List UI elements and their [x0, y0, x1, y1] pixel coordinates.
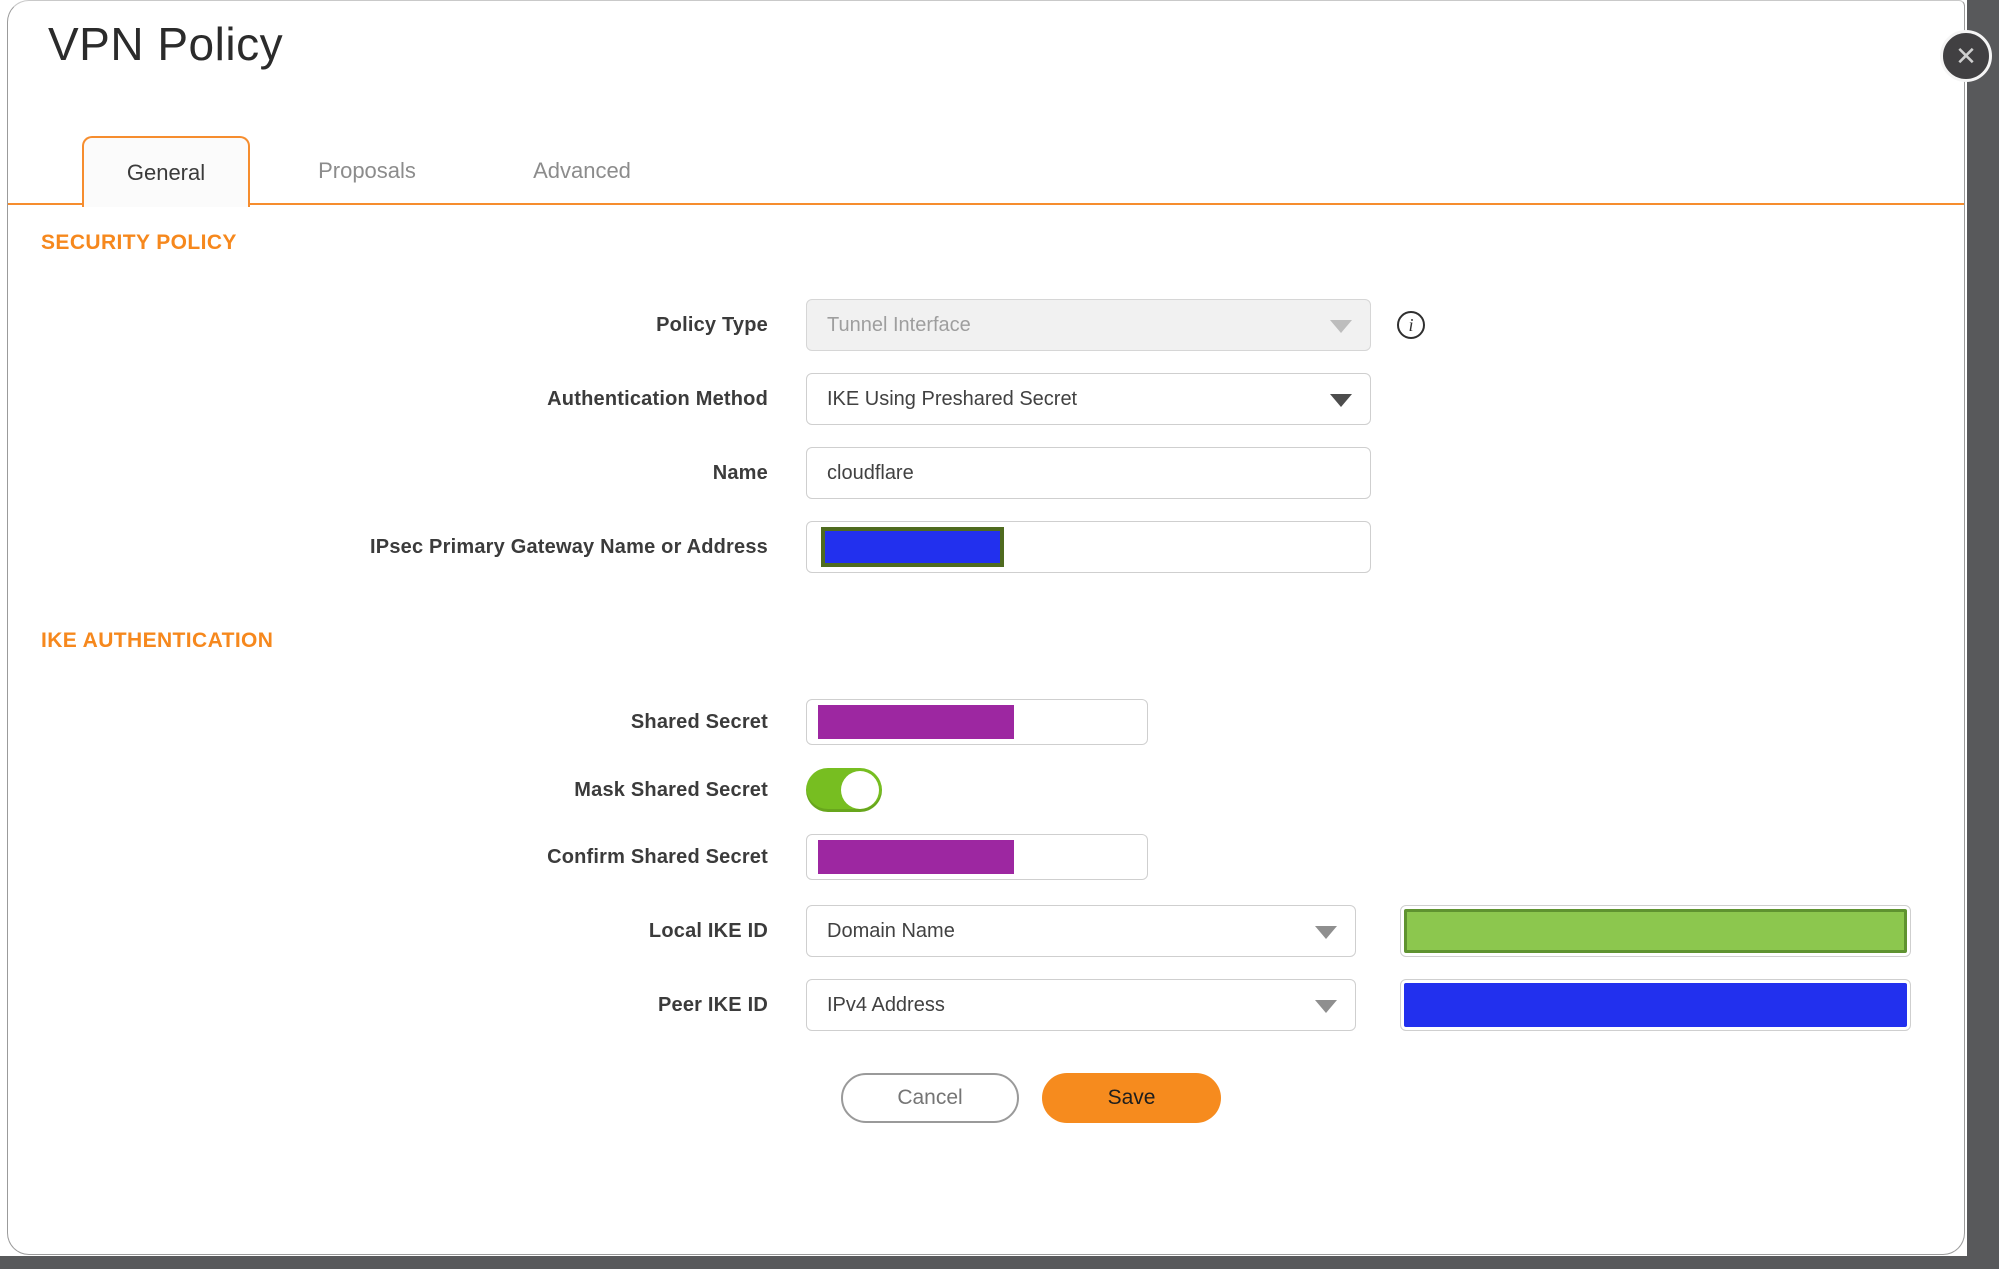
toggle-knob	[841, 771, 879, 809]
local-ike-id-select[interactable]: Domain Name	[806, 905, 1356, 957]
chevron-down-icon	[1330, 394, 1352, 407]
shared-secret-input[interactable]	[806, 699, 1148, 745]
tab-bar: General Proposals Advanced	[8, 134, 1964, 207]
local-ike-id-redacted-value	[1404, 909, 1907, 953]
chevron-down-icon	[1315, 1000, 1337, 1013]
confirm-shared-secret-row: Confirm Shared Secret	[8, 834, 1964, 880]
tab-advanced[interactable]: Advanced	[498, 136, 666, 205]
local-ike-id-input[interactable]	[1400, 905, 1911, 957]
tab-panel-general: SECURITY POLICY Policy Type Tunnel Inter…	[8, 205, 1964, 1123]
chevron-down-icon	[1330, 320, 1352, 333]
info-icon[interactable]: i	[1397, 311, 1425, 339]
auth-method-select[interactable]: IKE Using Preshared Secret	[806, 373, 1371, 425]
auth-method-row: Authentication Method IKE Using Preshare…	[8, 373, 1964, 425]
tab-underline	[8, 203, 1964, 205]
page-background-strip-bottom	[0, 1256, 1999, 1269]
local-ike-id-type: Domain Name	[827, 919, 955, 942]
policy-type-label: Policy Type	[656, 313, 768, 336]
auth-method-label: Authentication Method	[547, 387, 768, 410]
mask-shared-secret-row: Mask Shared Secret	[8, 768, 1964, 812]
dialog-actions: Cancel Save	[841, 1073, 1964, 1123]
peer-ike-id-select[interactable]: IPv4 Address	[806, 979, 1356, 1031]
shared-secret-row: Shared Secret	[8, 699, 1964, 745]
mask-shared-secret-toggle[interactable]	[806, 768, 882, 812]
gateway-redacted-value	[821, 527, 1004, 567]
shared-secret-label: Shared Secret	[630, 710, 768, 733]
chevron-down-icon	[1315, 926, 1337, 939]
policy-type-value: Tunnel Interface	[827, 313, 971, 336]
dialog-title: VPN Policy	[48, 18, 284, 70]
confirm-shared-secret-input[interactable]	[806, 834, 1148, 880]
section-heading-ike-authentication: IKE AUTHENTICATION	[41, 629, 274, 652]
confirm-shared-secret-label: Confirm Shared Secret	[547, 845, 768, 868]
save-button[interactable]: Save	[1042, 1073, 1221, 1123]
gateway-row: IPsec Primary Gateway Name or Address	[8, 521, 1964, 573]
local-ike-id-row: Local IKE ID Domain Name	[8, 905, 1964, 957]
tab-general-label: General	[126, 159, 206, 185]
local-ike-id-label: Local IKE ID	[648, 919, 768, 942]
peer-ike-id-input[interactable]	[1400, 979, 1911, 1031]
peer-ike-id-redacted-value	[1404, 983, 1907, 1027]
tab-proposals[interactable]: Proposals	[283, 136, 451, 205]
name-row: Name cloudflare	[8, 447, 1964, 499]
page-background-strip-right	[1967, 0, 1999, 1269]
shared-secret-redacted-value	[818, 705, 1014, 739]
gateway-input[interactable]	[806, 521, 1371, 573]
peer-ike-id-row: Peer IKE ID IPv4 Address	[8, 979, 1964, 1031]
gateway-label: IPsec Primary Gateway Name or Address	[370, 535, 768, 558]
mask-shared-secret-label: Mask Shared Secret	[574, 778, 768, 801]
policy-type-select: Tunnel Interface	[806, 299, 1371, 351]
cancel-button[interactable]: Cancel	[841, 1073, 1019, 1123]
section-heading-security-policy: SECURITY POLICY	[41, 231, 237, 254]
peer-ike-id-label: Peer IKE ID	[657, 993, 768, 1016]
tab-advanced-label: Advanced	[533, 157, 631, 183]
close-icon: ✕	[1955, 41, 1977, 71]
peer-ike-id-type: IPv4 Address	[827, 993, 945, 1016]
tab-general[interactable]: General	[82, 136, 250, 207]
policy-type-row: Policy Type Tunnel Interface i	[8, 299, 1964, 351]
confirm-shared-secret-redacted-value	[818, 840, 1014, 874]
name-label: Name	[712, 461, 768, 484]
auth-method-value: IKE Using Preshared Secret	[827, 387, 1078, 410]
close-button[interactable]: ✕	[1940, 30, 1992, 82]
vpn-policy-dialog: VPN Policy General Proposals Advanced SE…	[7, 0, 1965, 1255]
name-value: cloudflare	[827, 461, 914, 484]
tab-proposals-label: Proposals	[318, 157, 416, 183]
name-input[interactable]: cloudflare	[806, 447, 1371, 499]
